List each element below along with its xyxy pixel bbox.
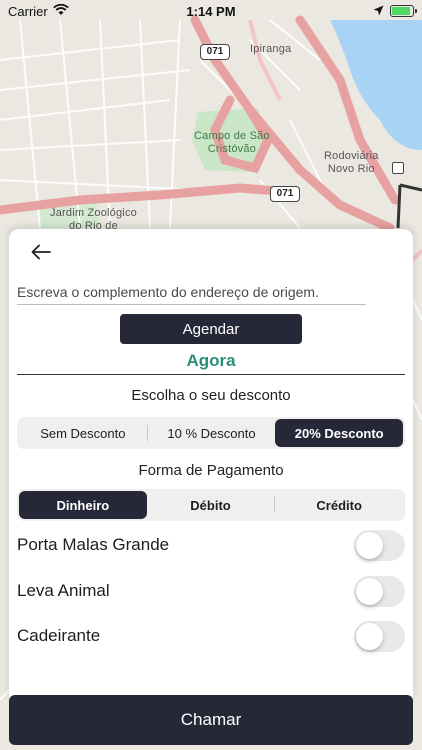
map-label-ipiranga: Ipiranga (250, 43, 292, 55)
payment-option-debit[interactable]: Débito (147, 491, 275, 519)
switch-knob (356, 622, 383, 650)
status-bar: Carrier 1:14 PM (0, 0, 422, 22)
wheelchair-switch[interactable] (354, 620, 405, 652)
toggle-row-large-trunk: Porta Malas Grande (17, 529, 405, 561)
wifi-icon (52, 3, 69, 19)
origin-complement-input[interactable] (17, 283, 366, 305)
payment-selector: Dinheiro Débito Crédito (17, 489, 405, 521)
map-label-campo: Campo de São Cristóvão (194, 130, 270, 155)
back-button[interactable] (27, 239, 55, 265)
carrier-label: Carrier (8, 3, 48, 19)
payment-option-cash[interactable]: Dinheiro (19, 491, 147, 519)
toggle-row-wheelchair: Cadeirante (17, 620, 405, 652)
pet-switch[interactable] (354, 575, 405, 607)
divider (17, 374, 405, 375)
discount-option-20[interactable]: 20% Desconto (275, 419, 404, 447)
schedule-button[interactable]: Agendar (120, 314, 302, 344)
arrow-left-icon (31, 244, 51, 260)
map-label-rodoviaria: Rodoviária Novo Rio (324, 150, 379, 175)
ride-time-label[interactable]: Agora (9, 351, 413, 371)
discount-title: Escolha o seu desconto (131, 387, 291, 404)
discount-option-10[interactable]: 10 % Desconto (148, 419, 276, 447)
bus-station-icon (392, 162, 404, 174)
switch-knob (356, 531, 383, 559)
toggle-label: Porta Malas Grande (17, 535, 170, 554)
payment-option-credit[interactable]: Crédito (275, 491, 403, 519)
payment-title: Forma de Pagamento (138, 462, 284, 479)
call-ride-button[interactable]: Chamar (9, 695, 413, 745)
battery-level (392, 7, 410, 15)
toggle-row-pet: Leva Animal (17, 575, 405, 607)
switch-knob (356, 577, 383, 605)
discount-selector: Sem Desconto 10 % Desconto 20% Desconto (17, 417, 405, 449)
highway-shield: 071 (200, 44, 230, 60)
highway-shield: 071 (270, 186, 300, 202)
large-trunk-switch[interactable] (354, 529, 405, 561)
battery-icon (390, 5, 417, 17)
discount-option-none[interactable]: Sem Desconto (19, 419, 147, 447)
toggle-label: Cadeirante (17, 626, 101, 645)
location-arrow-icon (373, 4, 384, 19)
ride-options-sheet: Agendar Agora Escolha o seu desconto Sem… (9, 229, 413, 699)
toggle-label: Leva Animal (17, 581, 110, 600)
